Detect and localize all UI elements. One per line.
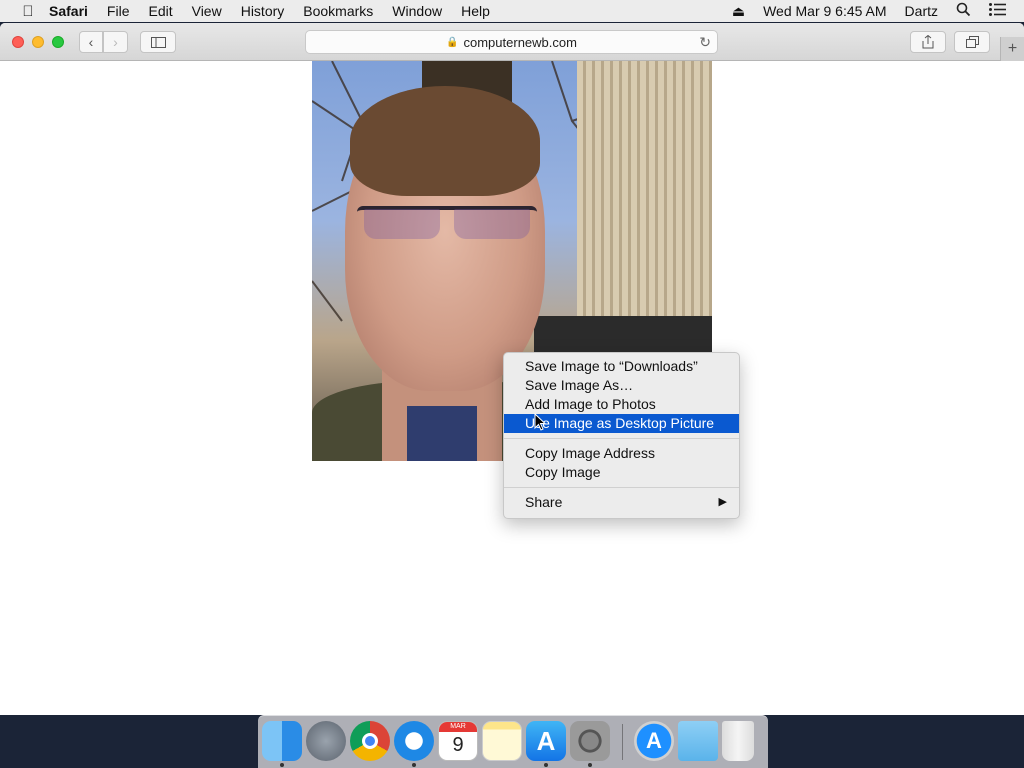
menu-item-add-to-photos[interactable]: Add Image to Photos <box>504 395 739 414</box>
launchpad-icon[interactable] <box>306 721 346 761</box>
tabs-icon <box>965 36 979 48</box>
sidebar-button[interactable] <box>140 31 176 53</box>
app-store-downloads-icon[interactable]: A <box>634 721 674 761</box>
running-indicator <box>412 763 416 767</box>
image-context-menu: Save Image to “Downloads” Save Image As…… <box>503 352 740 519</box>
spotlight-search-icon[interactable] <box>956 2 971 20</box>
forward-button[interactable]: › <box>103 31 128 53</box>
apple-menu-icon[interactable]:  <box>17 3 39 20</box>
menu-separator <box>504 438 739 439</box>
menu-item-save-to-downloads[interactable]: Save Image to “Downloads” <box>504 357 739 376</box>
chevron-right-icon: › <box>113 34 118 50</box>
plus-icon: + <box>1007 40 1018 57</box>
glasses-right-lens <box>454 209 530 239</box>
calendar-day: 9 <box>452 734 464 756</box>
menu-separator <box>504 487 739 488</box>
minimize-window-button[interactable] <box>32 36 44 48</box>
menu-help[interactable]: Help <box>461 3 490 19</box>
dock-divider <box>622 724 623 760</box>
menu-item-share-label: Share <box>525 494 563 510</box>
lock-icon: 🔒 <box>446 36 459 48</box>
back-button[interactable]: ‹ <box>79 31 103 53</box>
menu-item-save-image-as[interactable]: Save Image As… <box>504 376 739 395</box>
calendar-icon[interactable]: MAR 9 <box>438 721 478 761</box>
menubar-user[interactable]: Dartz <box>905 3 938 19</box>
safari-icon[interactable] <box>394 721 434 761</box>
sidebar-icon <box>150 36 166 48</box>
menu-view[interactable]: View <box>192 3 222 19</box>
chrome-icon[interactable] <box>350 721 390 761</box>
background-vehicle <box>534 316 712 356</box>
menu-window[interactable]: Window <box>392 3 442 19</box>
hair <box>350 86 540 196</box>
menu-file[interactable]: File <box>107 3 130 19</box>
menu-bar:  Safari File Edit View History Bookmark… <box>0 0 1024 22</box>
zoom-window-button[interactable] <box>52 36 64 48</box>
address-bar[interactable]: 🔒 computernewb.com ↻ <box>305 30 718 54</box>
dock: MAR 9 A A <box>258 715 768 768</box>
menu-item-copy-image[interactable]: Copy Image <box>504 463 739 482</box>
close-window-button[interactable] <box>12 36 24 48</box>
chevron-left-icon: ‹ <box>88 34 94 50</box>
menu-item-share[interactable]: Share ▶ <box>504 493 739 512</box>
trash-icon[interactable] <box>722 721 754 761</box>
running-indicator <box>588 763 592 767</box>
downloads-folder-icon[interactable] <box>678 721 718 761</box>
menu-bookmarks[interactable]: Bookmarks <box>303 3 373 19</box>
menu-safari[interactable]: Safari <box>49 3 88 19</box>
finder-icon[interactable] <box>262 721 302 761</box>
address-url: computernewb.com <box>463 34 577 50</box>
glasses-left-lens <box>364 209 440 239</box>
share-button[interactable] <box>910 31 946 53</box>
running-indicator <box>280 763 284 767</box>
shirt <box>407 406 477 461</box>
mouse-pointer-icon <box>534 413 546 431</box>
running-indicator <box>544 763 548 767</box>
reload-icon[interactable]: ↻ <box>699 34 711 51</box>
new-tab-button[interactable]: + <box>1000 37 1024 61</box>
submenu-arrow-icon: ▶ <box>718 496 727 508</box>
notes-icon[interactable] <box>482 721 522 761</box>
calendar-month: MAR <box>439 722 477 732</box>
menu-history[interactable]: History <box>241 3 285 19</box>
menubar-clock[interactable]: Wed Mar 9 6:45 AM <box>763 3 886 19</box>
share-icon <box>922 35 934 49</box>
app-store-icon[interactable]: A <box>526 721 566 761</box>
menu-item-copy-image-address[interactable]: Copy Image Address <box>504 444 739 463</box>
system-preferences-icon[interactable] <box>570 721 610 761</box>
notification-center-icon[interactable] <box>989 3 1006 19</box>
toolbar: ‹ › 🔒 computernewb.com ↻ + <box>0 23 1024 61</box>
menu-edit[interactable]: Edit <box>148 3 172 19</box>
tab-overview-button[interactable] <box>954 31 990 53</box>
eject-icon[interactable]: ⏏ <box>732 3 745 20</box>
